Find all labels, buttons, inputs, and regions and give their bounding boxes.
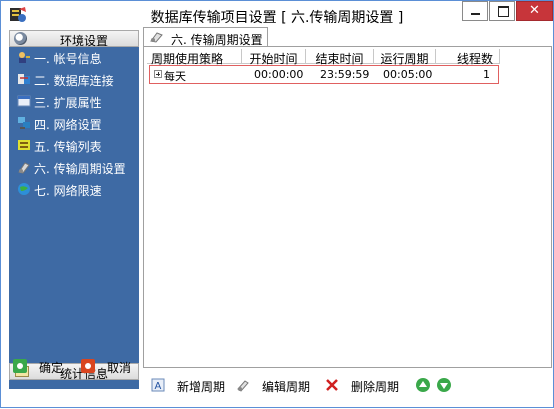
sidebar-item-label: 四. 网络设置 [34, 118, 102, 132]
globe-icon [18, 183, 30, 195]
column-header-threads[interactable]: 线程数 [436, 49, 500, 66]
minimize-button[interactable] [462, 1, 488, 21]
ok-label: 确定 [39, 361, 64, 375]
move-down-button[interactable] [437, 378, 451, 392]
move-up-button[interactable] [416, 378, 430, 392]
add-period-label: 新增周期 [177, 380, 226, 394]
sidebar-item-extended[interactable]: 三. 扩展属性 [9, 91, 139, 113]
sidebar-item-schedule[interactable]: 六. 传输周期设置 [9, 157, 139, 179]
cancel-icon [81, 359, 95, 373]
schedule-table: 周期使用策略 开始时间 结束时间 运行周期 线程数 每天 00:00:00 23… [147, 49, 500, 364]
sidebar-section-environment[interactable]: 环境设置 [9, 30, 139, 48]
edit-period-label: 编辑周期 [262, 380, 311, 394]
cancel-button[interactable]: 取消 [77, 357, 137, 377]
cell-threads: 1 [483, 68, 490, 81]
title-bar: 数据库传输项目设置 [ 六.传输周期设置 ] ✕ [1, 1, 553, 30]
sidebar-item-label: 三. 扩展属性 [34, 96, 102, 110]
sidebar-item-rate-limit[interactable]: 七. 网络限速 [9, 179, 139, 201]
app-icon [10, 7, 26, 22]
add-text-icon: A [151, 378, 165, 392]
column-header-period[interactable]: 运行周期 [374, 49, 436, 66]
svg-text:A: A [155, 381, 162, 392]
sidebar-item-label: 六. 传输周期设置 [34, 162, 126, 176]
expand-icon[interactable] [154, 70, 162, 78]
properties-icon [17, 95, 31, 107]
delete-period-label: 删除周期 [351, 380, 400, 394]
sidebar-item-account[interactable]: 一. 帐号信息 [9, 47, 139, 69]
schedule-icon [150, 32, 163, 43]
delete-period-button[interactable]: 删除周期 [325, 377, 401, 395]
sidebar-item-label: 五. 传输列表 [34, 140, 102, 154]
cell-policy: 每天 [164, 70, 186, 83]
delete-icon [326, 379, 338, 391]
ok-button[interactable]: 确定 [9, 357, 69, 377]
edit-icon [237, 380, 249, 392]
sidebar-item-transfer-list[interactable]: 五. 传输列表 [9, 135, 139, 157]
app-window: 数据库传输项目设置 [ 六.传输周期设置 ] ✕ 环境设置 一. 帐号信息 二.… [0, 0, 554, 408]
schedule-icon [18, 162, 30, 174]
user-key-icon [19, 52, 30, 63]
schedule-toolbar: A 新增周期 编辑周期 删除周期 [145, 374, 551, 398]
tab-schedule-settings[interactable]: 六. 传输周期设置 [143, 27, 268, 47]
network-icon [18, 117, 30, 129]
gear-icon [14, 32, 27, 45]
database-link-icon [18, 74, 30, 84]
sidebar-nav-list: 一. 帐号信息 二. 数据库连接 三. 扩展属性 四. 网络设置 五. 传输列表… [9, 47, 139, 389]
sidebar-item-label: 一. 帐号信息 [34, 52, 102, 66]
ok-icon [13, 359, 27, 373]
list-icon [18, 140, 30, 150]
sidebar-item-label: 二. 数据库连接 [34, 74, 114, 88]
cell-period: 00:05:00 [383, 68, 433, 81]
column-header-policy[interactable]: 周期使用策略 [147, 49, 242, 66]
close-icon: ✕ [529, 3, 540, 18]
sidebar-item-network[interactable]: 四. 网络设置 [9, 113, 139, 135]
sidebar: 环境设置 一. 帐号信息 二. 数据库连接 三. 扩展属性 四. 网络设置 五.… [9, 30, 139, 409]
add-period-button[interactable]: A 新增周期 [151, 377, 225, 395]
table-row[interactable]: 每天 00:00:00 23:59:59 00:05:00 1 [149, 65, 499, 84]
close-button[interactable]: ✕ [516, 1, 553, 21]
cell-end-time: 23:59:59 [320, 68, 370, 81]
column-header-start-time[interactable]: 开始时间 [242, 49, 306, 66]
sidebar-item-database[interactable]: 二. 数据库连接 [9, 69, 139, 91]
window-title: 数据库传输项目设置 [ 六.传输周期设置 ] [150, 10, 404, 26]
cancel-label: 取消 [107, 361, 132, 375]
cell-start-time: 00:00:00 [254, 68, 304, 81]
edit-period-button[interactable]: 编辑周期 [236, 377, 311, 395]
column-header-end-time[interactable]: 结束时间 [306, 49, 374, 66]
sidebar-item-label: 七. 网络限速 [34, 184, 102, 198]
maximize-button[interactable] [489, 1, 515, 21]
